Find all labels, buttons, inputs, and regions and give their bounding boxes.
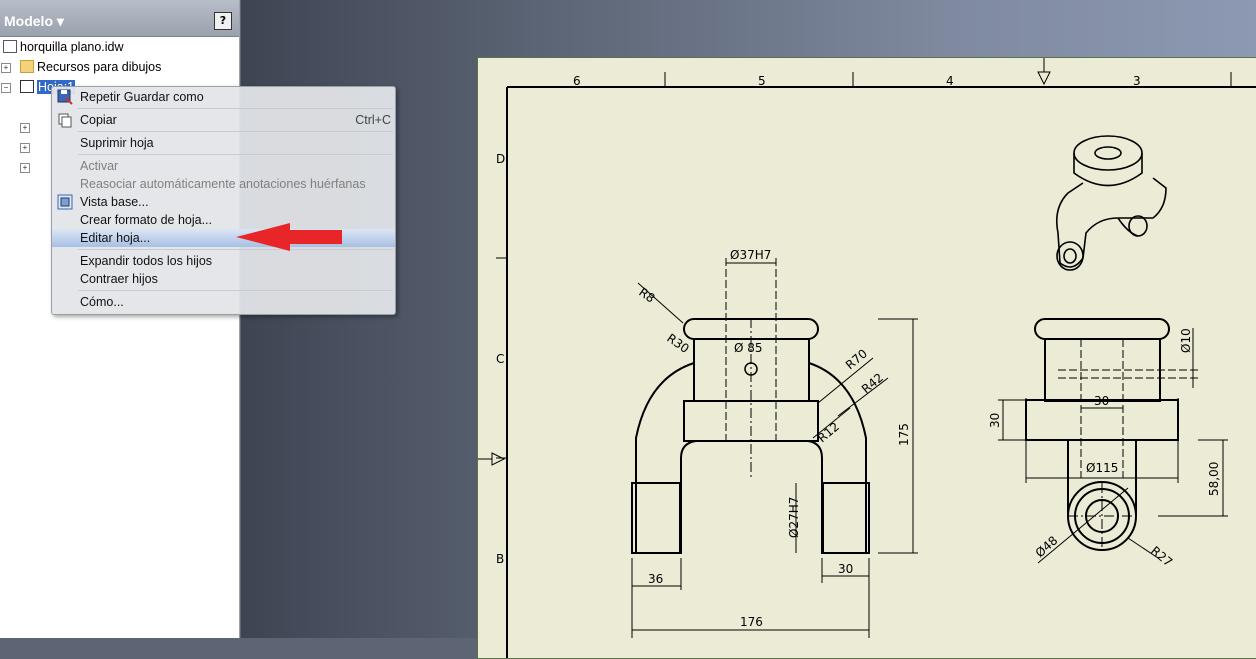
zone-row-d: D <box>496 152 505 166</box>
dim-h30: 30 <box>988 413 1002 428</box>
browser-header: Modelo ▾ ? <box>0 0 239 37</box>
zone-col-3: 3 <box>1133 74 1141 88</box>
context-menu: Repetir Guardar como Copiar Ctrl+C Supri… <box>51 86 396 315</box>
iso-view[interactable] <box>1055 135 1167 271</box>
dim-w30-side: 30 <box>1094 394 1109 408</box>
tree-item-resources[interactable]: Recursos para dibujos <box>20 58 161 76</box>
dim-r8: R8 <box>636 285 657 306</box>
folder-icon <box>20 60 34 73</box>
expand-icon[interactable]: + <box>20 123 30 133</box>
zone-col-4: 4 <box>946 74 954 88</box>
tree-item-root[interactable]: horquilla plano.idw <box>3 38 124 56</box>
menu-separator <box>78 108 393 109</box>
collapse-icon[interactable]: − <box>1 83 11 93</box>
help-icon[interactable]: ? <box>214 12 232 30</box>
dim-d10: Ø10 <box>1179 328 1193 353</box>
menu-item-repeat-save-as[interactable]: Repetir Guardar como <box>52 88 395 106</box>
dim-h175: 175 <box>897 423 911 446</box>
zone-row-c: C <box>496 352 504 366</box>
dim-r42: R42 <box>859 370 886 396</box>
browser-title-dropdown[interactable]: Modelo ▾ <box>4 13 64 30</box>
zone-col-6: 6 <box>573 74 581 88</box>
expand-icon[interactable]: + <box>20 143 30 153</box>
menu-item-activate: Activar <box>80 159 119 173</box>
menu-separator <box>78 131 393 132</box>
expand-icon[interactable]: + <box>20 163 30 173</box>
dim-d85: Ø 85 <box>734 341 763 355</box>
drawing-sheet[interactable]: 6 5 4 3 D C B Ø37H7 R8 R30 Ø 85 R70 R42 … <box>477 57 1256 659</box>
drawing-canvas: 6 5 4 3 D C B Ø37H7 R8 R30 Ø 85 R70 R42 … <box>478 58 1256 658</box>
zone-col-5: 5 <box>758 74 766 88</box>
dim-r30: R30 <box>664 331 691 356</box>
save-as-icon <box>57 89 73 105</box>
dim-w30-bottom: 30 <box>838 562 853 576</box>
red-arrow-annotation <box>236 223 342 251</box>
dim-d37h7: Ø37H7 <box>730 248 771 262</box>
zone-row-b: B <box>496 552 504 566</box>
copy-icon <box>58 113 72 128</box>
dim-w36: 36 <box>648 572 663 586</box>
base-view-icon <box>57 194 73 210</box>
dim-d27h7: Ø27H7 <box>787 497 801 538</box>
dim-d115: Ø115 <box>1086 461 1118 475</box>
dim-r27: R27 <box>1148 544 1175 570</box>
menu-item-reassociate: Reasociar automáticamente anotaciones hu… <box>80 177 366 191</box>
drawing-file-icon <box>3 40 17 53</box>
menu-item-base-view[interactable]: Vista base... <box>52 193 395 211</box>
expand-icon[interactable]: + <box>1 63 11 73</box>
dim-h58: 58,00 <box>1207 462 1221 496</box>
menu-separator <box>78 154 393 155</box>
menu-item-expand-all[interactable]: Expandir todos los hijos <box>52 252 395 270</box>
menu-item-collapse[interactable]: Contraer hijos <box>52 270 395 288</box>
dim-r70: R70 <box>843 346 870 372</box>
dim-w176: 176 <box>740 615 763 629</box>
sheet-icon <box>20 80 34 93</box>
menu-item-how-to[interactable]: Cómo... <box>52 293 395 311</box>
menu-separator <box>78 290 393 291</box>
menu-item-delete-sheet[interactable]: Suprimir hoja <box>52 134 395 152</box>
menu-item-copy[interactable]: Copiar Ctrl+C <box>52 111 395 129</box>
